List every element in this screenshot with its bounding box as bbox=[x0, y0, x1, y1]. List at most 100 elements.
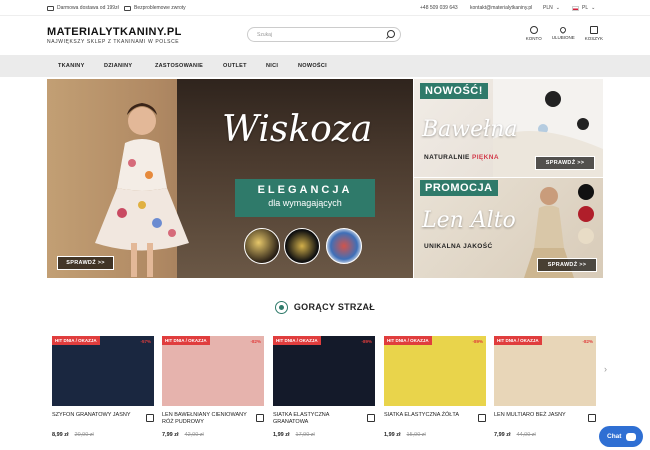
phone-link[interactable]: +48 509 039 643 bbox=[420, 5, 458, 11]
fabric-swatch bbox=[284, 228, 320, 264]
product-price: 7,99 zł 44,00 zł bbox=[494, 432, 596, 438]
header-icons: KONTO ULUBIONE KOSZYK bbox=[526, 25, 603, 41]
add-to-cart-icon[interactable] bbox=[367, 414, 375, 422]
product-image[interactable]: HIT DNIA / OKAZJA -57% bbox=[52, 336, 154, 406]
add-to-cart-icon[interactable] bbox=[256, 414, 264, 422]
returns-text: Bezproblemowe zwroty bbox=[134, 5, 186, 11]
language-value[interactable]: PL bbox=[582, 5, 588, 11]
price-old: 44,00 zł bbox=[516, 432, 536, 438]
nav-item-nowosci[interactable]: NOWOŚCI bbox=[298, 63, 327, 69]
product-name[interactable]: SIATKA ELASTYCZNA GRANATOWA bbox=[273, 412, 375, 428]
email-link[interactable]: kontakt@materialytkaniny.pl bbox=[470, 5, 532, 11]
nav-item-outlet[interactable]: OUTLET bbox=[223, 63, 247, 69]
search-icon[interactable] bbox=[387, 30, 395, 38]
account-button[interactable]: KONTO bbox=[526, 26, 542, 41]
chevron-down-icon: ⌄ bbox=[591, 5, 596, 11]
email-text[interactable]: kontakt@materialytkaniny.pl bbox=[470, 5, 532, 11]
product-discount: -89% bbox=[361, 339, 372, 344]
nav-item-dzianiny[interactable]: DZIANINY bbox=[104, 63, 132, 69]
currency-value[interactable]: PLN bbox=[543, 5, 553, 11]
hero-band: ELEGANCJA dla wymagających bbox=[235, 179, 375, 217]
cart-button[interactable]: KOSZYK bbox=[585, 26, 603, 41]
product-discount: -82% bbox=[250, 339, 261, 344]
section-title-text: GORĄCY STRZAŁ bbox=[293, 301, 376, 312]
promo-new-check-button[interactable]: SPRAWDŹ >> bbox=[535, 156, 595, 170]
account-label: KONTO bbox=[525, 36, 542, 41]
promo-sale-tag: PROMOCJA bbox=[420, 180, 498, 196]
phone-text[interactable]: +48 509 039 643 bbox=[420, 5, 458, 11]
promo-sale-subtitle: UNIKALNA JAKOŚĆ bbox=[424, 243, 493, 250]
product-badge: HIT DNIA / OKAZJA bbox=[52, 336, 100, 345]
nav-item-tkaniny[interactable]: TKANINY bbox=[58, 63, 85, 69]
section-title: GORĄCY STRZAŁ bbox=[0, 301, 650, 314]
price-current: 8,99 zł bbox=[52, 432, 69, 438]
promo-new-tag: NOWOŚĆ! bbox=[420, 83, 488, 99]
product-badge: HIT DNIA / OKAZJA bbox=[162, 336, 210, 345]
shipping-text: Darmowa dostawa od 199zł bbox=[57, 5, 119, 11]
favorites-label: ULUBIONE bbox=[551, 35, 575, 40]
logo-tagline: NAJWIĘKSZY SKLEP Z TKANINAMI W POLSCE bbox=[47, 39, 180, 45]
promo-new-subtitle-plain: NATURALNIE bbox=[424, 154, 470, 161]
hero-banner[interactable]: Wiskoza ELEGANCJA dla wymagających SPRAW… bbox=[47, 79, 413, 278]
hot-deal-icon bbox=[274, 301, 288, 314]
product-card[interactable]: HIT DNIA / OKAZJA -89% SIATKA ELASTYCZNA… bbox=[384, 336, 486, 438]
search-input[interactable]: Szukaj bbox=[247, 27, 401, 42]
promo-new-banner[interactable]: NOWOŚĆ! Bawełna NATURALNIE PIĘKNA SPRAWD… bbox=[414, 79, 603, 177]
nav-item-nici[interactable]: NICI bbox=[266, 63, 278, 69]
product-price: 8,99 zł 20,90 zł bbox=[52, 432, 154, 438]
product-price: 1,99 zł 15,90 zł bbox=[384, 432, 486, 438]
top-bar: Darmowa dostawa od 199zł Bezproblemowe z… bbox=[0, 0, 650, 16]
hero-check-button[interactable]: SPRAWDŹ >> bbox=[57, 256, 114, 270]
price-current: 7,99 zł bbox=[494, 432, 511, 438]
promo-new-subtitle-accent: PIĘKNA bbox=[471, 154, 499, 161]
product-badge: HIT DNIA / OKAZJA bbox=[384, 336, 432, 345]
product-card[interactable]: HIT DNIA / OKAZJA -82% LEN MULTIARO BEŻ … bbox=[494, 336, 596, 438]
promo-new-title: Bawełna bbox=[422, 117, 518, 142]
product-name[interactable]: SIATKA ELASTYCZNA ŻÓŁTA bbox=[384, 412, 486, 428]
product-card[interactable]: HIT DNIA / OKAZJA -57% SZYFON GRANATOWY … bbox=[52, 336, 154, 438]
return-icon bbox=[124, 5, 131, 11]
product-price: 7,99 zł 42,00 zł bbox=[162, 432, 264, 438]
add-to-cart-icon[interactable] bbox=[146, 414, 154, 422]
price-old: 42,00 zł bbox=[184, 432, 204, 438]
add-to-cart-icon[interactable] bbox=[588, 414, 596, 422]
add-to-cart-icon[interactable] bbox=[478, 414, 486, 422]
product-image[interactable]: HIT DNIA / OKAZJA -82% bbox=[494, 336, 596, 406]
product-name[interactable]: SZYFON GRANATOWY JASNY bbox=[52, 412, 154, 428]
promo-sale-check-button[interactable]: SPRAWDŹ >> bbox=[537, 258, 597, 272]
price-old: 17,90 zł bbox=[295, 432, 315, 438]
language-select[interactable]: PL ⌄ bbox=[572, 5, 595, 11]
returns-info: Bezproblemowe zwroty bbox=[124, 5, 186, 11]
product-badge: HIT DNIA / OKAZJA bbox=[494, 336, 542, 345]
nav-item-zastosowanie[interactable]: ZASTOSOWANIE bbox=[155, 63, 203, 69]
favorites-button[interactable]: ULUBIONE bbox=[551, 25, 575, 41]
price-current: 1,99 zł bbox=[384, 432, 401, 438]
chevron-down-icon: ⌄ bbox=[555, 5, 560, 11]
poland-flag-icon bbox=[572, 5, 579, 11]
product-image[interactable]: HIT DNIA / OKAZJA -89% bbox=[384, 336, 486, 406]
chat-label[interactable]: Chat bbox=[607, 433, 621, 440]
promo-new-subtitle: NATURALNIE PIĘKNA bbox=[424, 154, 499, 161]
hero-band-line1: ELEGANCJA bbox=[257, 184, 353, 196]
search-placeholder[interactable]: Szukaj bbox=[257, 32, 272, 38]
logo-main[interactable]: MATERIALYTKANINY.PL bbox=[47, 26, 182, 38]
logo[interactable]: MATERIALYTKANINY.PL NAJWIĘKSZY SKLEP Z T… bbox=[47, 26, 182, 45]
product-discount: -82% bbox=[582, 339, 593, 344]
shopping-bag-icon bbox=[589, 26, 598, 34]
product-name[interactable]: LEN BAWEŁNIANY CIENIOWANY RÓŻ PUDROWY bbox=[162, 412, 264, 428]
user-icon bbox=[529, 26, 538, 34]
carousel-next-icon[interactable]: › bbox=[604, 364, 607, 374]
product-card[interactable]: HIT DNIA / OKAZJA -82% LEN BAWEŁNIANY CI… bbox=[162, 336, 264, 438]
shipping-info: Darmowa dostawa od 199zł bbox=[47, 5, 119, 11]
currency-select[interactable]: PLN ⌄ bbox=[543, 5, 560, 11]
product-card[interactable]: HIT DNIA / OKAZJA -89% SIATKA ELASTYCZNA… bbox=[273, 336, 375, 438]
product-image[interactable]: HIT DNIA / OKAZJA -89% bbox=[273, 336, 375, 406]
price-current: 7,99 zł bbox=[162, 432, 179, 438]
promo-sale-banner[interactable]: PROMOCJA Len Alto UNIKALNA JAKOŚĆ SPRAWD… bbox=[414, 178, 603, 278]
product-image[interactable]: HIT DNIA / OKAZJA -82% bbox=[162, 336, 264, 406]
price-old: 15,90 zł bbox=[406, 432, 426, 438]
hero-title: Wiskoza bbox=[222, 109, 373, 150]
product-name[interactable]: LEN MULTIARO BEŻ JASNY bbox=[494, 412, 596, 428]
chat-bubble-icon bbox=[626, 432, 637, 441]
chat-button[interactable]: Chat bbox=[599, 426, 643, 447]
